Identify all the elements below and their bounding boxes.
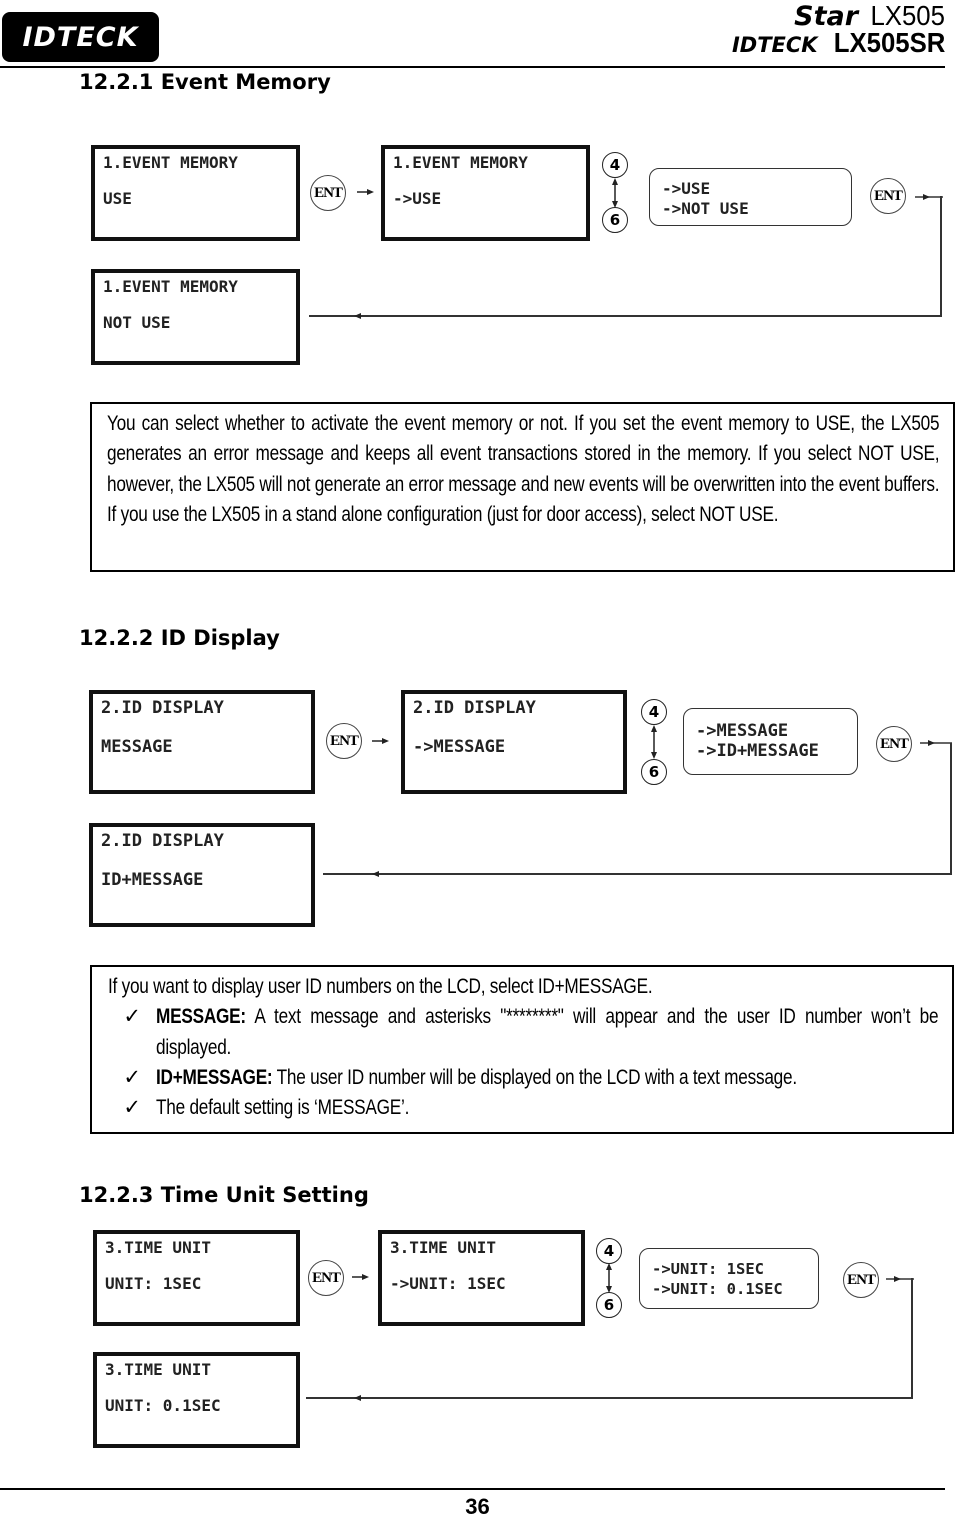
note-item-body: The default setting is ‘MESSAGE’. [156, 1093, 465, 1123]
lcd-line2: USE [103, 189, 132, 208]
connector-line [306, 1397, 913, 1399]
note-id-display: If you want to display user ID numbers o… [90, 965, 954, 1134]
note-item: ✓ ID+MESSAGE: The user ID number will be… [108, 1063, 938, 1093]
options-box: ->MESSAGE ->ID+MESSAGE [683, 708, 858, 775]
ent-key: ENT [308, 1260, 344, 1296]
connector-line [940, 196, 942, 317]
lcd-line2: ->USE [393, 189, 442, 208]
lcd-line1: 1.EVENT MEMORY [393, 153, 528, 172]
up-down-arrow-icon [651, 725, 657, 759]
arrow-right-icon [357, 189, 374, 195]
lcd-result: 1.EVENT MEMORY NOT USE [91, 269, 300, 365]
key-4-icon: 4 [641, 699, 667, 725]
arrow-left-icon [354, 1395, 361, 1401]
model-lx505sr: LX505SR [833, 27, 945, 58]
up-down-arrow-icon [612, 178, 618, 208]
logo-text: IDTECK [22, 21, 139, 53]
key-4-icon: 4 [602, 152, 628, 178]
idteck-logo: IDTECK [2, 12, 159, 62]
arrow-right-icon [920, 740, 952, 746]
lcd-line2: NOT USE [103, 313, 171, 332]
section-title-event-memory: 12.2.1 Event Memory [79, 70, 331, 94]
check-icon: ✓ [123, 1005, 141, 1029]
lcd-edit: 2.ID DISPLAY ->MESSAGE [401, 690, 627, 794]
option-1sec: ->UNIT: 1SEC [652, 1260, 764, 1278]
note-item-text: A text message and asterisks "********" … [156, 1005, 938, 1059]
lcd-line1: 1.EVENT MEMORY [103, 277, 238, 296]
lcd-line1: 3.TIME UNIT [105, 1360, 211, 1379]
note-item-label: ID+MESSAGE: [156, 1065, 273, 1089]
connector-line [323, 873, 952, 875]
lcd-line2: ->MESSAGE [413, 737, 506, 757]
arrow-right-icon [352, 1274, 369, 1280]
arrow-right-icon [886, 1276, 914, 1282]
lcd-edit: 3.TIME UNIT ->UNIT: 1SEC [378, 1230, 585, 1326]
ent-key: ENT [843, 1262, 879, 1298]
lcd-current: 3.TIME UNIT UNIT: 1SEC [93, 1230, 300, 1326]
check-icon: ✓ [123, 1096, 141, 1120]
header-rule [0, 66, 945, 68]
footer-rule [0, 1488, 945, 1490]
lcd-line2: UNIT: 0.1SEC [105, 1396, 221, 1415]
lcd-line1: 2.ID DISPLAY [101, 831, 224, 851]
option-0-1sec: ->UNIT: 0.1SEC [652, 1280, 783, 1298]
option-not-use: ->NOT USE [662, 199, 749, 218]
ent-key: ENT [310, 175, 346, 211]
check-icon: ✓ [123, 1065, 141, 1089]
option-id-message: ->ID+MESSAGE [696, 741, 819, 761]
lcd-result: 3.TIME UNIT UNIT: 0.1SEC [93, 1352, 300, 1448]
product-brand: Star LX505 IDTECK LX505SR [675, 0, 945, 62]
lcd-line1: 1.EVENT MEMORY [103, 153, 238, 172]
lcd-current: 1.EVENT MEMORY USE [91, 145, 300, 241]
options-box: ->USE ->NOT USE [649, 168, 852, 226]
arrow-right-icon [915, 194, 943, 200]
option-message: ->MESSAGE [696, 721, 789, 741]
lcd-current: 2.ID DISPLAY MESSAGE [89, 690, 315, 794]
arrow-left-icon [354, 313, 361, 319]
key-6-icon: 6 [641, 759, 667, 785]
idteck-mark: IDTECK [731, 33, 818, 57]
lcd-line2: ID+MESSAGE [101, 870, 204, 890]
page-number: 36 [465, 1494, 490, 1517]
connector-line [911, 1278, 913, 1399]
lcd-line1: 3.TIME UNIT [390, 1238, 496, 1257]
note-item-text: The user ID number will be displayed on … [272, 1065, 797, 1089]
lcd-line1: 2.ID DISPLAY [413, 698, 536, 718]
section-title-time-unit: 12.2.3 Time Unit Setting [79, 1183, 369, 1207]
arrow-right-icon [372, 738, 389, 744]
ent-key: ENT [326, 723, 362, 759]
note-item: ✓ MESSAGE: A text message and asterisks … [108, 1002, 938, 1063]
lcd-edit: 1.EVENT MEMORY ->USE [381, 145, 590, 241]
key-6-icon: 6 [596, 1292, 622, 1318]
lcd-line2: MESSAGE [101, 737, 173, 757]
note-item: ✓ The default setting is ‘MESSAGE’. [108, 1093, 938, 1123]
ent-key: ENT [870, 178, 906, 214]
note-text: You can select whether to activate the e… [107, 412, 940, 526]
brand-row-bottom: IDTECK LX505SR [732, 27, 945, 59]
options-box: ->UNIT: 1SEC ->UNIT: 0.1SEC [639, 1248, 819, 1309]
note-item-body: MESSAGE: A text message and asterisks "*… [156, 1002, 938, 1063]
lcd-result: 2.ID DISPLAY ID+MESSAGE [89, 823, 315, 927]
note-item-body: ID+MESSAGE: The user ID number will be d… [156, 1063, 938, 1093]
connector-line [950, 743, 952, 875]
ent-key: ENT [876, 726, 912, 762]
note-item-text: The default setting is ‘MESSAGE’. [156, 1096, 410, 1120]
up-down-arrow-icon [606, 1263, 612, 1293]
key-4-icon: 4 [596, 1238, 622, 1264]
lcd-line1: 3.TIME UNIT [105, 1238, 211, 1257]
lcd-line1: 2.ID DISPLAY [101, 698, 224, 718]
note-intro: If you want to display user ID numbers o… [108, 975, 653, 998]
section-title-id-display: 12.2.2 ID Display [79, 626, 280, 650]
note-item-label: MESSAGE: [156, 1005, 246, 1029]
lcd-line2: ->UNIT: 1SEC [390, 1274, 506, 1293]
lcd-line2: UNIT: 1SEC [105, 1274, 202, 1293]
note-event-memory: You can select whether to activate the e… [90, 402, 955, 572]
option-use: ->USE [662, 179, 711, 198]
arrow-left-icon [372, 871, 379, 877]
connector-line [309, 315, 942, 317]
key-6-icon: 6 [602, 207, 628, 233]
